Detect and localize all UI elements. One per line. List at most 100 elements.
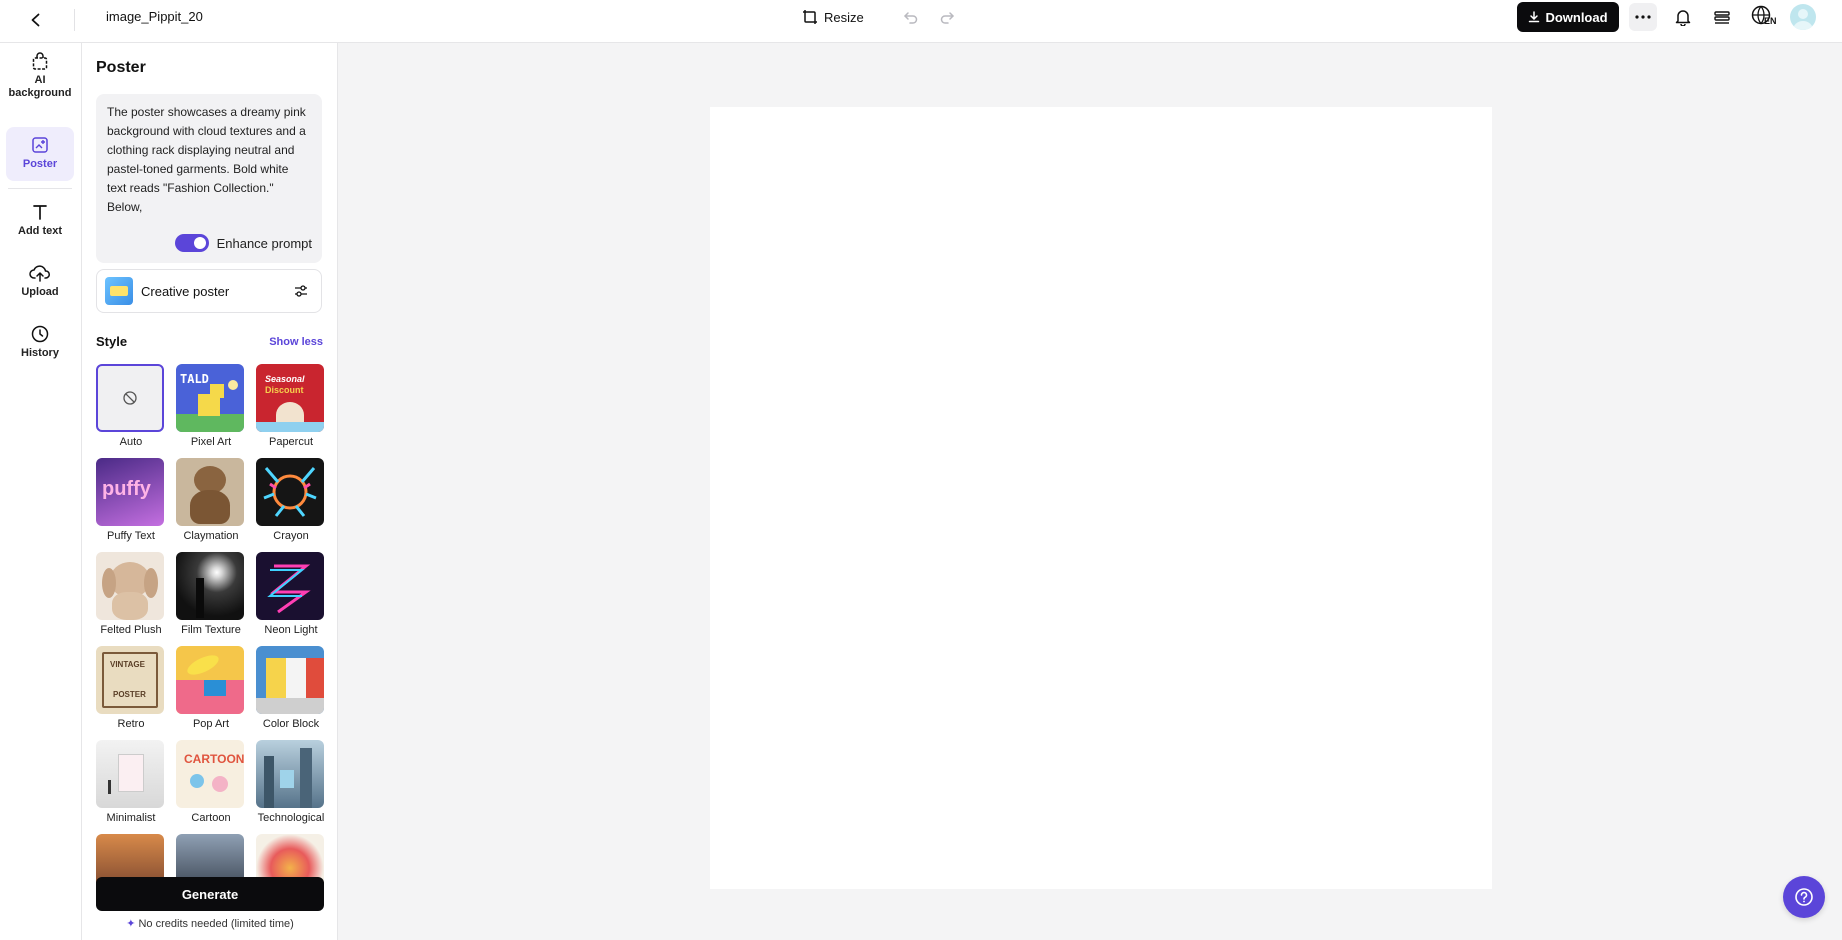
rail-label: History <box>21 347 59 359</box>
resize-label: Resize <box>824 9 864 25</box>
style-card-claymation[interactable]: Claymation <box>176 458 246 542</box>
style-name: Retro <box>117 718 145 730</box>
style-thumb: Seasonal Discount <box>256 364 324 432</box>
style-name: Cartoon <box>191 812 231 824</box>
style-card-cartoon[interactable]: CARTOON Cartoon <box>176 740 246 824</box>
more-options-button[interactable] <box>1629 3 1657 31</box>
clock-icon <box>31 325 49 343</box>
rail-item-ai-background[interactable]: AI background <box>6 51 74 109</box>
style-thumb <box>176 458 244 526</box>
top-bar: image_Pippit_20 Resize Download EN <box>0 0 1842 43</box>
style-name: Minimalist <box>106 812 156 824</box>
download-button[interactable]: Download <box>1517 2 1619 32</box>
generate-button[interactable]: Generate <box>96 877 324 911</box>
style-card-crayon[interactable]: Crayon <box>256 458 326 542</box>
help-button[interactable] <box>1783 876 1825 918</box>
rail-item-add-text[interactable]: Add text <box>6 202 74 248</box>
enhance-prompt-label: Enhance prompt <box>216 235 312 251</box>
user-icon <box>1793 9 1813 30</box>
more-horizontal-icon <box>1635 15 1651 19</box>
style-thumb: CARTOON <box>176 740 244 808</box>
style-thumb <box>256 646 324 714</box>
style-name: Pixel Art <box>190 436 232 448</box>
thumb-text: VINTAGE <box>110 660 145 669</box>
style-card-auto[interactable]: Auto <box>96 364 166 448</box>
thumb-text: Seasonal <box>265 374 305 384</box>
resize-button[interactable]: Resize <box>802 6 864 28</box>
rail-item-upload[interactable]: Upload <box>6 263 74 309</box>
thumb-text: Discount <box>265 385 304 395</box>
crayon-art <box>263 467 317 517</box>
style-name: Felted Plush <box>100 624 162 636</box>
poster-icon <box>32 137 48 153</box>
template-label: Creative poster <box>141 283 230 299</box>
rail-label: Poster <box>22 158 58 170</box>
style-name: Color Block <box>262 718 320 730</box>
undo-icon <box>903 12 918 24</box>
rail-item-poster[interactable]: Poster <box>6 127 74 181</box>
left-rail: AI background Poster Add text Upload His… <box>0 43 82 940</box>
panel-title: Poster <box>96 59 146 76</box>
notifications-button[interactable] <box>1671 5 1695 29</box>
style-thumb <box>96 552 164 620</box>
prompt-textarea[interactable]: The poster showcases a dreamy pink backg… <box>107 103 311 217</box>
style-card-pop-art[interactable]: Pop Art <box>176 646 246 730</box>
bag-icon <box>32 52 48 70</box>
thumb-text: POSTER <box>113 690 146 699</box>
style-card-retro[interactable]: VINTAGE POSTER Retro <box>96 646 166 730</box>
style-thumb: puffy <box>96 458 164 526</box>
text-icon <box>33 205 47 220</box>
style-card-color-block[interactable]: Color Block <box>256 646 326 730</box>
download-label: Download <box>1545 9 1608 25</box>
document-title[interactable]: image_Pippit_20 <box>106 9 203 25</box>
no-symbol-icon <box>123 391 137 405</box>
credits-note: ✦ No credits needed (limited time) <box>96 917 324 930</box>
style-card-pixel-art[interactable]: TALD Pixel Art <box>176 364 246 448</box>
style-name: Film Texture <box>181 624 241 636</box>
style-card-felted-plush[interactable]: Felted Plush <box>96 552 166 636</box>
rail-label: AI background <box>8 74 72 99</box>
credits-text: No credits needed (limited time) <box>138 918 294 930</box>
thumb-text: CARTOON <box>184 752 244 766</box>
style-name: Claymation <box>183 530 239 542</box>
enhance-prompt-row: Enhance prompt <box>174 234 312 252</box>
rail-label: Upload <box>21 286 59 298</box>
template-selector[interactable]: Creative poster <box>96 269 322 313</box>
style-name: Puffy Text <box>107 530 155 542</box>
style-name: Pop Art <box>192 718 230 730</box>
language-selector[interactable]: EN <box>1750 4 1780 30</box>
style-card-technological[interactable]: Technological <box>256 740 326 824</box>
style-name: Neon Light <box>264 624 318 636</box>
style-card-papercut[interactable]: Seasonal Discount Papercut <box>256 364 326 448</box>
style-name: Crayon <box>273 530 309 542</box>
cloud-upload-icon <box>29 265 50 282</box>
chevron-left-icon <box>31 13 40 27</box>
sliders-icon[interactable] <box>293 283 309 299</box>
canvas-artboard[interactable] <box>710 107 1492 889</box>
redo-icon <box>940 12 955 24</box>
question-icon <box>1795 888 1813 906</box>
layers-button[interactable] <box>1710 5 1734 29</box>
enhance-prompt-toggle[interactable] <box>174 234 209 252</box>
show-less-link[interactable]: Show less <box>269 336 323 348</box>
resize-icon <box>803 10 817 24</box>
layers-icon <box>1714 11 1730 24</box>
style-card-neon-light[interactable]: Neon Light <box>256 552 326 636</box>
style-card-film-texture[interactable]: Film Texture <box>176 552 246 636</box>
rail-item-history[interactable]: History <box>6 324 74 370</box>
back-button[interactable] <box>22 6 50 34</box>
template-thumbnail <box>105 277 133 305</box>
style-thumb: TALD <box>176 364 244 432</box>
style-card-puffy-text[interactable]: puffy Puffy Text <box>96 458 166 542</box>
style-name: Papercut <box>268 436 314 448</box>
redo-button[interactable] <box>936 6 958 28</box>
style-name: Technological <box>257 812 325 824</box>
avatar[interactable] <box>1790 4 1816 30</box>
style-thumb <box>256 552 324 620</box>
prompt-box[interactable]: The poster showcases a dreamy pink backg… <box>96 94 322 263</box>
style-card-minimalist[interactable]: Minimalist <box>96 740 166 824</box>
sparkle-icon: ✦ <box>126 918 136 930</box>
neon-art <box>267 564 311 614</box>
style-thumb <box>256 740 324 808</box>
undo-button[interactable] <box>900 6 922 28</box>
